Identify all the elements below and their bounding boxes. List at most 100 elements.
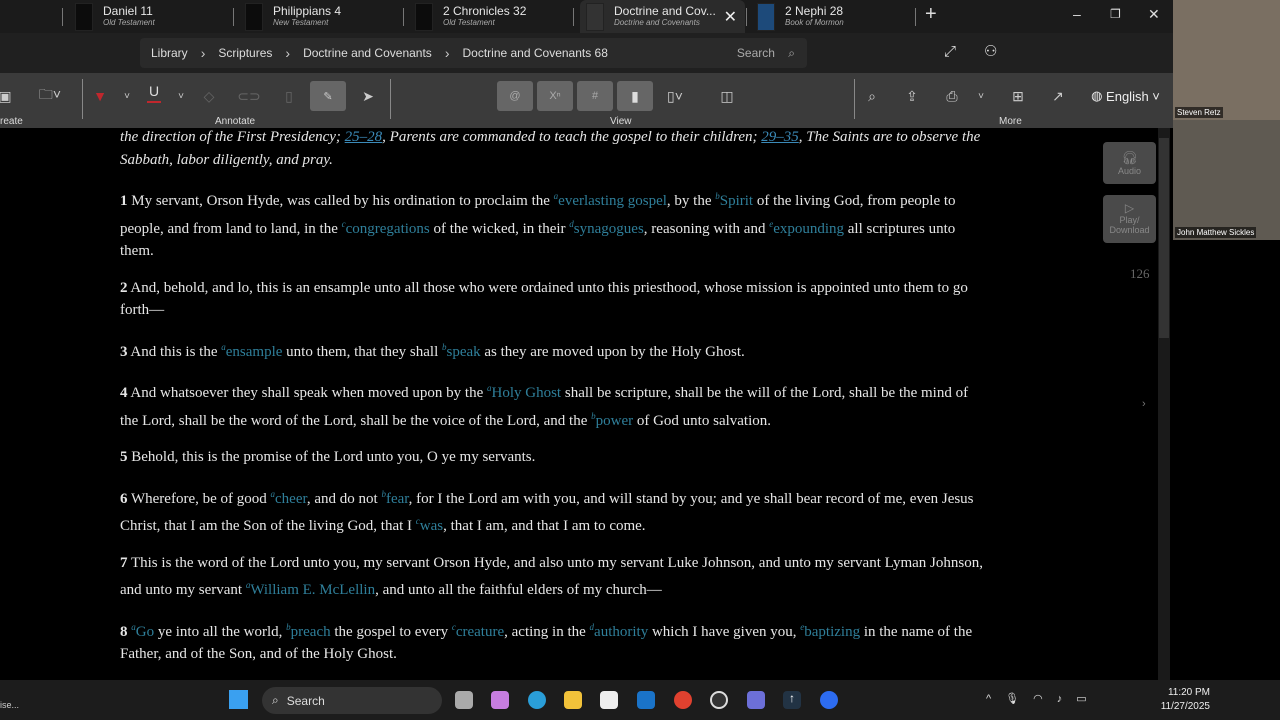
chevron-down-icon[interactable]: ˅: [166, 81, 196, 111]
verse-5: 5 Behold, this is the promise of the Lor…: [120, 446, 990, 469]
verse-number[interactable]: 6: [120, 491, 128, 507]
search-input[interactable]: Search ⌕: [737, 46, 795, 61]
find-icon[interactable]: ⌕: [857, 81, 887, 111]
footnote-word: authority: [594, 623, 649, 640]
footnote-link[interactable]: aWilliam E. McLellin: [246, 580, 376, 598]
verse-number[interactable]: 1: [120, 193, 128, 209]
footnote-link[interactable]: aGo: [131, 622, 154, 640]
edit-icon[interactable]: ✎: [310, 81, 346, 111]
footnote-link[interactable]: bfear: [381, 489, 408, 507]
references-button[interactable]: @: [497, 81, 533, 111]
close-tab-icon[interactable]: ✕: [724, 7, 737, 27]
windows-start-icon[interactable]: [229, 690, 248, 709]
chevron-right-icon: ›: [285, 45, 291, 61]
superscript-button[interactable]: Xⁿ: [537, 81, 573, 111]
footnote-link[interactable]: ccreature: [452, 622, 504, 640]
teams-icon[interactable]: [747, 691, 765, 709]
play-download-button[interactable]: ▷ Play/ Download: [1103, 195, 1156, 243]
chrome-icon[interactable]: [674, 691, 692, 709]
print-icon[interactable]: ⎙: [937, 81, 967, 111]
tab-2-chronicles[interactable]: 2 Chronicles 32 Old Testament: [415, 0, 575, 33]
chapter-text: the direction of the First Presidency; 2…: [120, 128, 990, 680]
footnote-link[interactable]: bSpirit: [715, 191, 753, 209]
tab-2-nephi[interactable]: 2 Nephi 28 Book of Mormon: [757, 0, 907, 33]
footnote-link[interactable]: cwas: [416, 516, 443, 534]
phone-layout-icon[interactable]: ▯˅: [660, 81, 690, 111]
clock[interactable]: 11:20 PM 11/27/2025: [1161, 686, 1210, 714]
breadcrumb-doctrine-and-covenants[interactable]: Doctrine and Covenants: [303, 46, 432, 60]
expand-icon[interactable]: ⤢: [944, 43, 956, 60]
breadcrumb-current[interactable]: Doctrine and Covenants 68: [462, 46, 607, 60]
chevron-down-icon[interactable]: ˅: [112, 81, 142, 111]
footnote-link[interactable]: bpower: [591, 411, 633, 429]
add-page-icon[interactable]: ⊞: [1003, 81, 1033, 111]
restore-icon[interactable]: ❐: [1110, 7, 1121, 21]
outlook-icon[interactable]: [637, 691, 655, 709]
footnote-link[interactable]: aensample: [221, 342, 282, 360]
highlighter-icon[interactable]: ▼: [85, 81, 115, 111]
link-icon[interactable]: ⊂⊃: [234, 81, 264, 111]
verse-text: the gospel to every: [330, 623, 452, 640]
breadcrumb-library[interactable]: Library: [151, 46, 188, 60]
minimize-icon[interactable]: –: [1073, 6, 1081, 22]
verse-number[interactable]: 3: [120, 344, 128, 360]
audio-button[interactable]: 🎧︎ Audio: [1103, 142, 1156, 184]
footnote-link[interactable]: eexpounding: [769, 219, 844, 237]
cursor-icon[interactable]: ➤: [353, 81, 383, 111]
footnote-link[interactable]: ccongregations: [342, 219, 430, 237]
tab-doctrine-and-covenants[interactable]: Doctrine and Cov... Doctrine and Covenant…: [580, 0, 745, 33]
footnote-link[interactable]: dauthority: [590, 622, 649, 640]
folder-add-icon[interactable]: 🗀˅: [35, 81, 65, 111]
store-icon[interactable]: [600, 691, 618, 709]
verse-number-button[interactable]: #: [577, 81, 613, 111]
add-user-icon[interactable]: ⚇: [984, 42, 997, 60]
page-icon[interactable]: ▮: [617, 81, 653, 111]
footnote-word: William E. McLellin: [250, 582, 376, 598]
verse-number[interactable]: 8: [120, 624, 128, 640]
media-player-icon[interactable]: [710, 691, 728, 709]
next-chapter-icon[interactable]: ›: [1142, 398, 1146, 410]
tab-philippians[interactable]: Philippians 4 New Testament: [245, 0, 395, 33]
footnote-link[interactable]: aHoly Ghost: [487, 383, 561, 401]
footnote-link[interactable]: bpreach: [286, 622, 330, 640]
copilot-icon[interactable]: [491, 691, 509, 709]
scrollbar[interactable]: [1158, 128, 1170, 680]
scrollbar-thumb[interactable]: [1159, 138, 1169, 338]
gospel-library-icon[interactable]: ↑: [783, 691, 801, 709]
taskbar-search[interactable]: ⌕ Search: [262, 687, 442, 714]
footnote-link[interactable]: ebaptizing: [800, 622, 860, 640]
verse-number[interactable]: 2: [120, 280, 128, 296]
headphones-icon: 🎧︎: [1121, 150, 1138, 165]
create-icon[interactable]: ▣: [0, 81, 20, 111]
footnote-link[interactable]: dsynagogues: [569, 219, 644, 237]
chevron-right-icon: ›: [200, 45, 206, 61]
task-view-icon[interactable]: [455, 691, 473, 709]
footnote-link[interactable]: aeverlasting gospel: [554, 191, 667, 209]
footnote-link[interactable]: bspeak: [442, 342, 481, 360]
underline-icon[interactable]: U: [147, 81, 161, 103]
new-tab-icon[interactable]: +: [925, 3, 937, 26]
time: 11:20 PM: [1167, 687, 1210, 698]
file-explorer-icon[interactable]: [564, 691, 582, 709]
play-download-label: Play/ Download: [1109, 215, 1150, 235]
zoom-icon[interactable]: [820, 691, 838, 709]
tag-icon[interactable]: ◇: [194, 81, 224, 111]
system-tray-icons[interactable]: ^🎙︎◠♪▭: [986, 692, 1101, 705]
verse-number[interactable]: 7: [120, 555, 128, 571]
language-select[interactable]: ◍ English ˅: [1088, 81, 1163, 111]
share-icon[interactable]: ⇪: [897, 81, 927, 111]
close-window-icon[interactable]: ✕: [1148, 6, 1160, 23]
open-external-icon[interactable]: ↗: [1043, 81, 1073, 111]
note-icon[interactable]: ▯: [274, 81, 304, 111]
chevron-down-icon[interactable]: ˅: [966, 81, 996, 111]
footnote-link[interactable]: acheer: [271, 489, 307, 507]
verse-range-link[interactable]: 29–35: [761, 129, 799, 145]
chevron-right-icon: ›: [444, 45, 450, 61]
split-view-icon[interactable]: ◫: [712, 81, 742, 111]
tab-daniel[interactable]: Daniel 11 Old Testament: [75, 0, 225, 33]
verse-number[interactable]: 4: [120, 385, 128, 401]
breadcrumb-scriptures[interactable]: Scriptures: [218, 46, 272, 60]
edge-icon[interactable]: [528, 691, 546, 709]
verse-range-link[interactable]: 25–28: [345, 129, 383, 145]
verse-number[interactable]: 5: [120, 449, 128, 465]
